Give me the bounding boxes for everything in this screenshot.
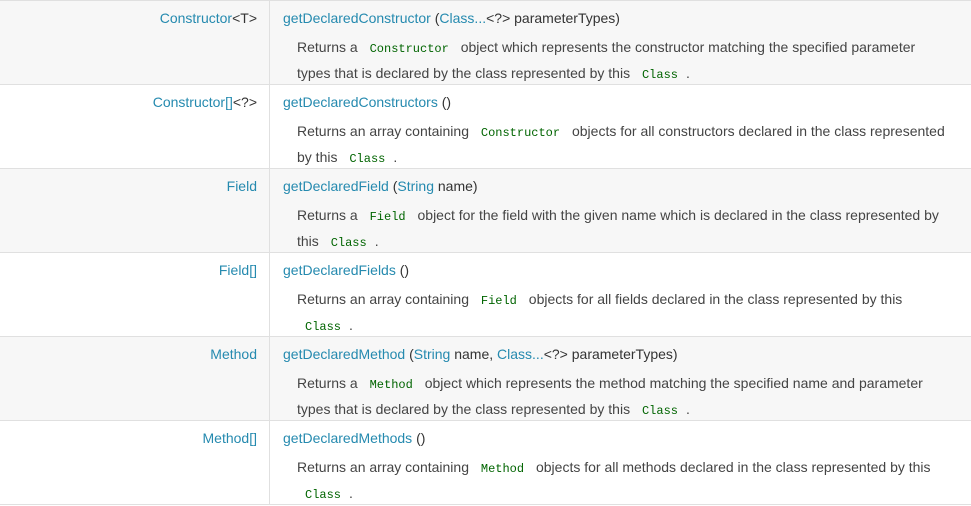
type-link-constructor-array[interactable]: Constructor[] — [153, 94, 233, 110]
type-link-method[interactable]: Method — [210, 346, 257, 362]
description-text: Returns a — [297, 39, 362, 55]
description-text: . — [349, 317, 353, 333]
method-link-getdeclaredmethods[interactable]: getDeclaredMethods — [283, 430, 412, 446]
method-row: Method[] getDeclaredMethods () Returns a… — [0, 421, 971, 505]
method-link-getdeclaredfield[interactable]: getDeclaredField — [283, 178, 389, 194]
code-class: Class — [641, 404, 678, 418]
signature-text: <?> parameterTypes) — [543, 346, 678, 362]
code-class: Class — [641, 68, 678, 82]
method-row: Constructor<T> getDeclaredConstructor (C… — [0, 1, 971, 85]
method-cell: getDeclaredMethod (String name, Class...… — [270, 337, 971, 420]
type-link-method-array[interactable]: Method[] — [203, 430, 257, 446]
code-constructor: Constructor — [480, 126, 561, 140]
method-description: Returns a Field object for the field wit… — [297, 203, 951, 255]
method-row: Field getDeclaredField (String name) Ret… — [0, 169, 971, 253]
method-signature: getDeclaredConstructors () — [283, 93, 971, 111]
description-text: . — [685, 401, 690, 417]
description-text: Returns a — [297, 207, 362, 223]
description-text: objects for all methods declared in the … — [532, 459, 931, 475]
method-row: Field[] getDeclaredFields () Returns an … — [0, 253, 971, 337]
signature-text: name, — [450, 346, 498, 362]
code-method: Method — [369, 378, 413, 392]
code-field: Field — [369, 210, 406, 224]
description-text: Returns a — [297, 375, 362, 391]
type-generic: <?> — [232, 94, 257, 110]
return-type-cell: Method — [0, 337, 270, 420]
method-description: Returns a Method object which represents… — [297, 371, 951, 423]
code-method: Method — [480, 462, 525, 476]
method-signature: getDeclaredConstructor (Class...<?> para… — [283, 9, 971, 27]
method-description: Returns an array containing Method objec… — [297, 455, 951, 506]
return-type-cell: Field — [0, 169, 270, 252]
method-description: Returns an array containing Constructor … — [297, 119, 951, 171]
type-generic: <T> — [232, 10, 257, 26]
return-type-cell: Field[] — [0, 253, 270, 336]
signature-text: () — [395, 262, 410, 278]
description-text: Returns an array containing — [297, 123, 473, 139]
code-constructor: Constructor — [369, 42, 449, 56]
method-description: Returns a Constructor object which repre… — [297, 35, 951, 87]
code-class: Class — [305, 488, 342, 502]
description-text: Returns an array containing — [297, 291, 473, 307]
return-type-cell: Method[] — [0, 421, 270, 504]
description-text: . — [393, 149, 398, 165]
signature-text: ( — [405, 346, 414, 362]
method-link-getdeclaredfields[interactable]: getDeclaredFields — [283, 262, 396, 278]
method-cell: getDeclaredConstructors () Returns an ar… — [270, 85, 971, 168]
return-type-cell: Constructor[]<?> — [0, 85, 270, 168]
signature-text: () — [437, 94, 452, 110]
description-text: objects for all fields declared in the c… — [524, 291, 903, 307]
code-class: Class — [330, 236, 367, 250]
param-type-link-string[interactable]: String — [414, 346, 451, 362]
signature-text: () — [412, 430, 426, 446]
method-summary-table: Constructor<T> getDeclaredConstructor (C… — [0, 0, 971, 505]
method-signature: getDeclaredMethods () — [283, 429, 971, 447]
return-type-cell: Constructor<T> — [0, 1, 270, 84]
param-type-link-class[interactable]: Class... — [497, 346, 544, 362]
method-signature: getDeclaredFields () — [283, 261, 971, 279]
type-link-field-array[interactable]: Field[] — [219, 262, 257, 278]
type-link-field[interactable]: Field — [227, 178, 257, 194]
method-description: Returns an array containing Field object… — [297, 287, 951, 339]
method-row: Method getDeclaredMethod (String name, C… — [0, 337, 971, 421]
method-signature: getDeclaredField (String name) — [283, 177, 971, 195]
description-text: . — [349, 485, 353, 501]
description-text: . — [685, 65, 690, 81]
method-row: Constructor[]<?> getDeclaredConstructors… — [0, 85, 971, 169]
method-link-getdeclaredconstructors[interactable]: getDeclaredConstructors — [283, 94, 438, 110]
code-class: Class — [349, 152, 386, 166]
param-type-link-class[interactable]: Class... — [439, 10, 486, 26]
method-cell: getDeclaredConstructor (Class...<?> para… — [270, 1, 971, 84]
description-text: Returns an array containing — [297, 459, 473, 475]
method-link-getdeclaredconstructor[interactable]: getDeclaredConstructor — [283, 10, 431, 26]
method-signature: getDeclaredMethod (String name, Class...… — [283, 345, 971, 363]
signature-text: name) — [433, 178, 478, 194]
method-cell: getDeclaredField (String name) Returns a… — [270, 169, 971, 252]
signature-text: <?> parameterTypes) — [486, 10, 620, 26]
code-class: Class — [305, 320, 342, 334]
method-cell: getDeclaredMethods () Returns an array c… — [270, 421, 971, 504]
type-link-constructor[interactable]: Constructor — [160, 10, 232, 26]
method-cell: getDeclaredFields () Returns an array co… — [270, 253, 971, 336]
code-field: Field — [480, 294, 517, 308]
param-type-link-string[interactable]: String — [397, 178, 434, 194]
method-link-getdeclaredmethod[interactable]: getDeclaredMethod — [283, 346, 405, 362]
description-text: . — [374, 233, 379, 249]
